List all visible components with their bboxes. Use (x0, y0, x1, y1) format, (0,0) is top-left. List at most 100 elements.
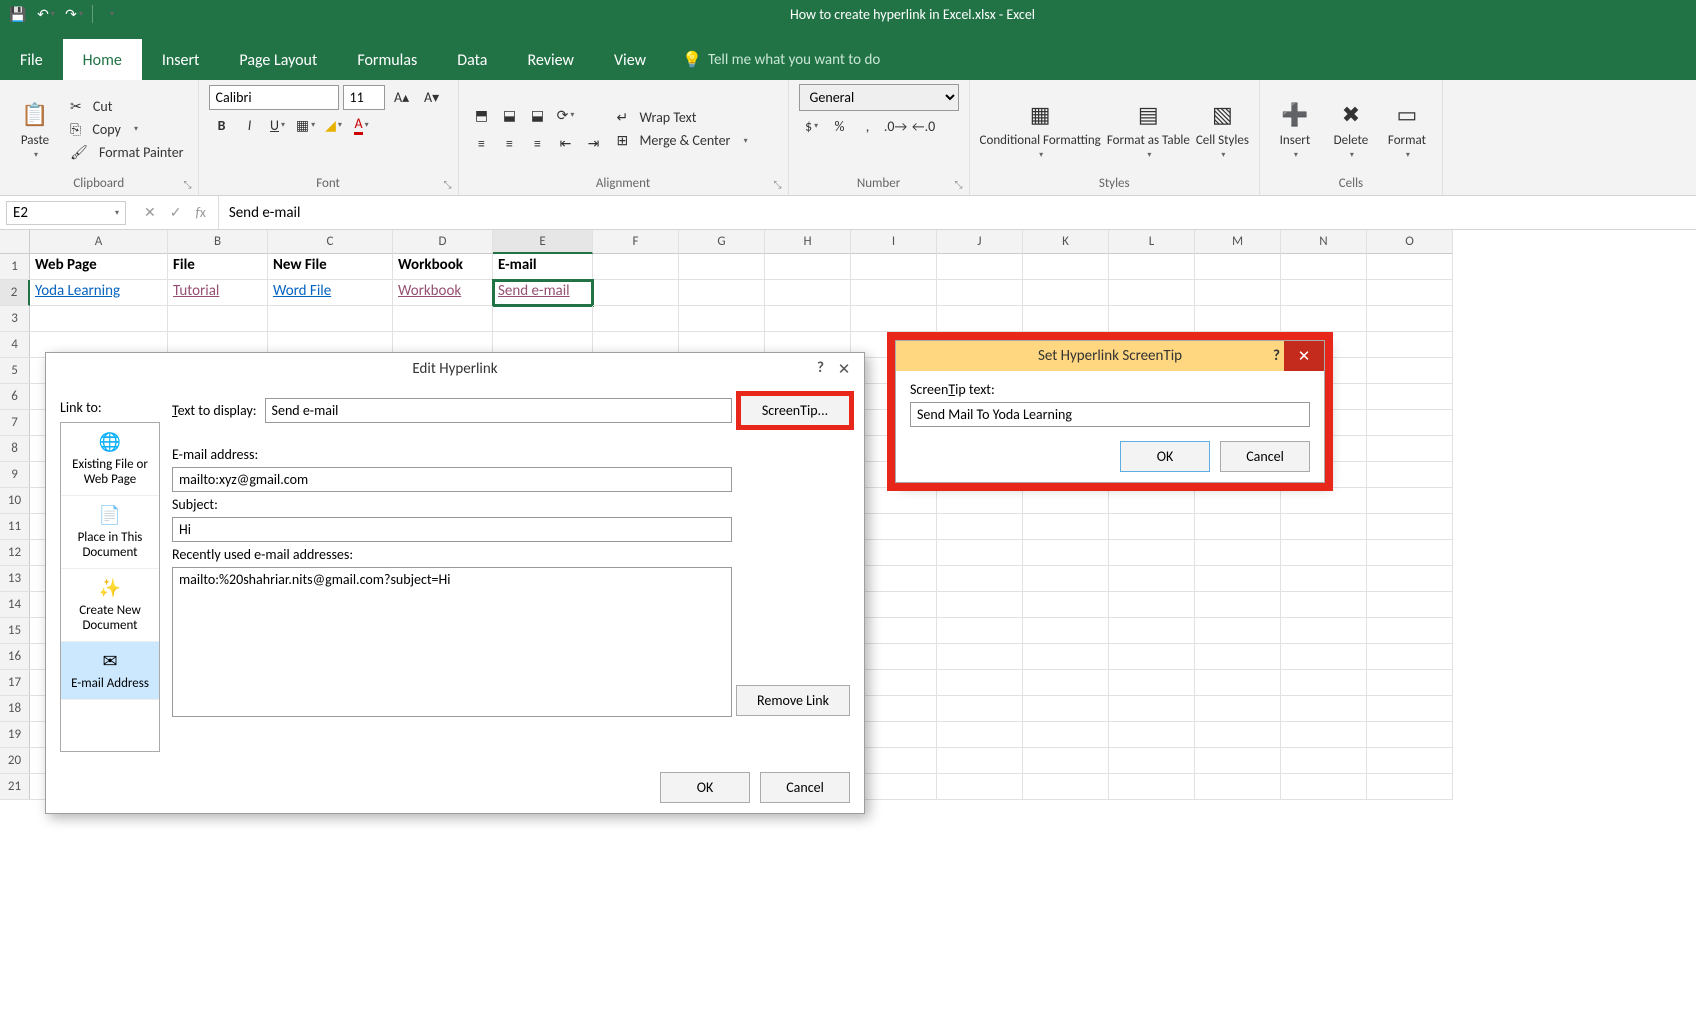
redo-icon[interactable]: ↷▾ (64, 4, 84, 24)
cell-O17[interactable] (1367, 670, 1453, 696)
cell-L18[interactable] (1109, 696, 1195, 722)
cell-O1[interactable] (1367, 254, 1453, 280)
cell-K2[interactable] (1023, 280, 1109, 306)
cell-N17[interactable] (1281, 670, 1367, 696)
row-header-3[interactable]: 3 (0, 306, 30, 332)
cell-L21[interactable] (1109, 774, 1195, 800)
row-header-11[interactable]: 11 (0, 514, 30, 540)
cell-J17[interactable] (937, 670, 1023, 696)
name-box[interactable]: E2▾ (6, 201, 126, 225)
text-to-display-input[interactable] (265, 398, 732, 423)
screentip-ok-button[interactable]: OK (1120, 441, 1210, 472)
align-right-icon[interactable]: ≡ (525, 130, 551, 156)
column-header-A[interactable]: A (30, 230, 168, 254)
number-format-select[interactable]: General (799, 84, 959, 111)
tab-review[interactable]: Review (507, 39, 594, 80)
cell-O16[interactable] (1367, 644, 1453, 670)
dialog-ok-button[interactable]: OK (660, 772, 750, 803)
increase-indent-icon[interactable]: ⇥ (581, 130, 607, 156)
column-header-G[interactable]: G (679, 230, 765, 254)
hyperlink[interactable]: Yoda Learning (35, 282, 120, 300)
cell-D1[interactable]: Workbook (393, 254, 493, 280)
cell-G3[interactable] (679, 306, 765, 332)
cell-J20[interactable] (937, 748, 1023, 774)
subject-input[interactable] (172, 517, 732, 542)
screentip-button[interactable]: ScreenTip... (740, 395, 850, 426)
cell-N14[interactable] (1281, 592, 1367, 618)
cell-F2[interactable] (593, 280, 679, 306)
align-left-icon[interactable]: ≡ (469, 130, 495, 156)
cell-K16[interactable] (1023, 644, 1109, 670)
cell-O7[interactable] (1367, 410, 1453, 436)
linkto-existing-file[interactable]: 🌐Existing File or Web Page (61, 423, 159, 496)
cell-O4[interactable] (1367, 332, 1453, 358)
cell-H2[interactable] (765, 280, 851, 306)
cell-J15[interactable] (937, 618, 1023, 644)
cell-N20[interactable] (1281, 748, 1367, 774)
cell-L15[interactable] (1109, 618, 1195, 644)
cell-E3[interactable] (493, 306, 593, 332)
cell-J18[interactable] (937, 696, 1023, 722)
cell-K15[interactable] (1023, 618, 1109, 644)
cell-C3[interactable] (268, 306, 393, 332)
row-header-1[interactable]: 1 (0, 254, 30, 280)
increase-font-icon[interactable]: A▴ (389, 84, 415, 110)
row-header-13[interactable]: 13 (0, 566, 30, 592)
cell-O9[interactable] (1367, 462, 1453, 488)
insert-cells-button[interactable]: ➕Insert▾ (1270, 99, 1320, 160)
tab-formulas[interactable]: Formulas (337, 39, 437, 80)
tab-insert[interactable]: Insert (142, 39, 220, 80)
cell-C2[interactable]: Word File (268, 280, 393, 306)
row-header-18[interactable]: 18 (0, 696, 30, 722)
cell-I1[interactable] (851, 254, 937, 280)
cell-K21[interactable] (1023, 774, 1109, 800)
cell-O3[interactable] (1367, 306, 1453, 332)
cell-K20[interactable] (1023, 748, 1109, 774)
cell-E1[interactable]: E-mail (493, 254, 593, 280)
align-middle-icon[interactable]: ⬓ (497, 102, 523, 128)
dialog-title-bar[interactable]: Edit Hyperlink ? ✕ (46, 353, 864, 385)
cell-J16[interactable] (937, 644, 1023, 670)
column-header-O[interactable]: O (1367, 230, 1453, 254)
cell-L1[interactable] (1109, 254, 1195, 280)
screentip-help-icon[interactable]: ? (1273, 347, 1280, 365)
increase-decimal-icon[interactable]: .0→ (883, 113, 909, 139)
tell-me[interactable]: 💡 Tell me what you want to do (666, 38, 896, 80)
column-header-K[interactable]: K (1023, 230, 1109, 254)
cell-A2[interactable]: Yoda Learning (30, 280, 168, 306)
align-center-icon[interactable]: ≡ (497, 130, 523, 156)
cell-M13[interactable] (1195, 566, 1281, 592)
cell-B1[interactable]: File (168, 254, 268, 280)
linkto-create-new[interactable]: ✨Create New Document (61, 569, 159, 642)
align-bottom-icon[interactable]: ⬓ (525, 102, 551, 128)
fx-icon[interactable]: fx (195, 204, 205, 221)
cell-H1[interactable] (765, 254, 851, 280)
hyperlink[interactable]: Workbook (398, 282, 461, 300)
cell-J19[interactable] (937, 722, 1023, 748)
column-header-C[interactable]: C (268, 230, 393, 254)
cell-O13[interactable] (1367, 566, 1453, 592)
cell-C1[interactable]: New File (268, 254, 393, 280)
wrap-text-button[interactable]: ↵ Wrap Text (613, 107, 752, 128)
tab-page-layout[interactable]: Page Layout (219, 39, 337, 80)
cell-L19[interactable] (1109, 722, 1195, 748)
cell-M19[interactable] (1195, 722, 1281, 748)
percent-icon[interactable]: % (827, 113, 853, 139)
borders-button[interactable]: ▦▾ (293, 112, 319, 138)
cell-L13[interactable] (1109, 566, 1195, 592)
tab-view[interactable]: View (594, 39, 666, 80)
cell-M15[interactable] (1195, 618, 1281, 644)
cell-J10[interactable] (937, 488, 1023, 514)
decrease-font-icon[interactable]: A▾ (419, 84, 445, 110)
paste-button[interactable]: 📋 Paste ▾ (10, 99, 60, 160)
cell-N18[interactable] (1281, 696, 1367, 722)
formula-input[interactable]: Send e-mail (219, 200, 1696, 226)
cell-F3[interactable] (593, 306, 679, 332)
font-color-button[interactable]: A▾ (349, 112, 375, 138)
cell-J2[interactable] (937, 280, 1023, 306)
cell-O11[interactable] (1367, 514, 1453, 540)
cell-K12[interactable] (1023, 540, 1109, 566)
cell-K17[interactable] (1023, 670, 1109, 696)
cell-J12[interactable] (937, 540, 1023, 566)
remove-link-button[interactable]: Remove Link (736, 685, 850, 716)
